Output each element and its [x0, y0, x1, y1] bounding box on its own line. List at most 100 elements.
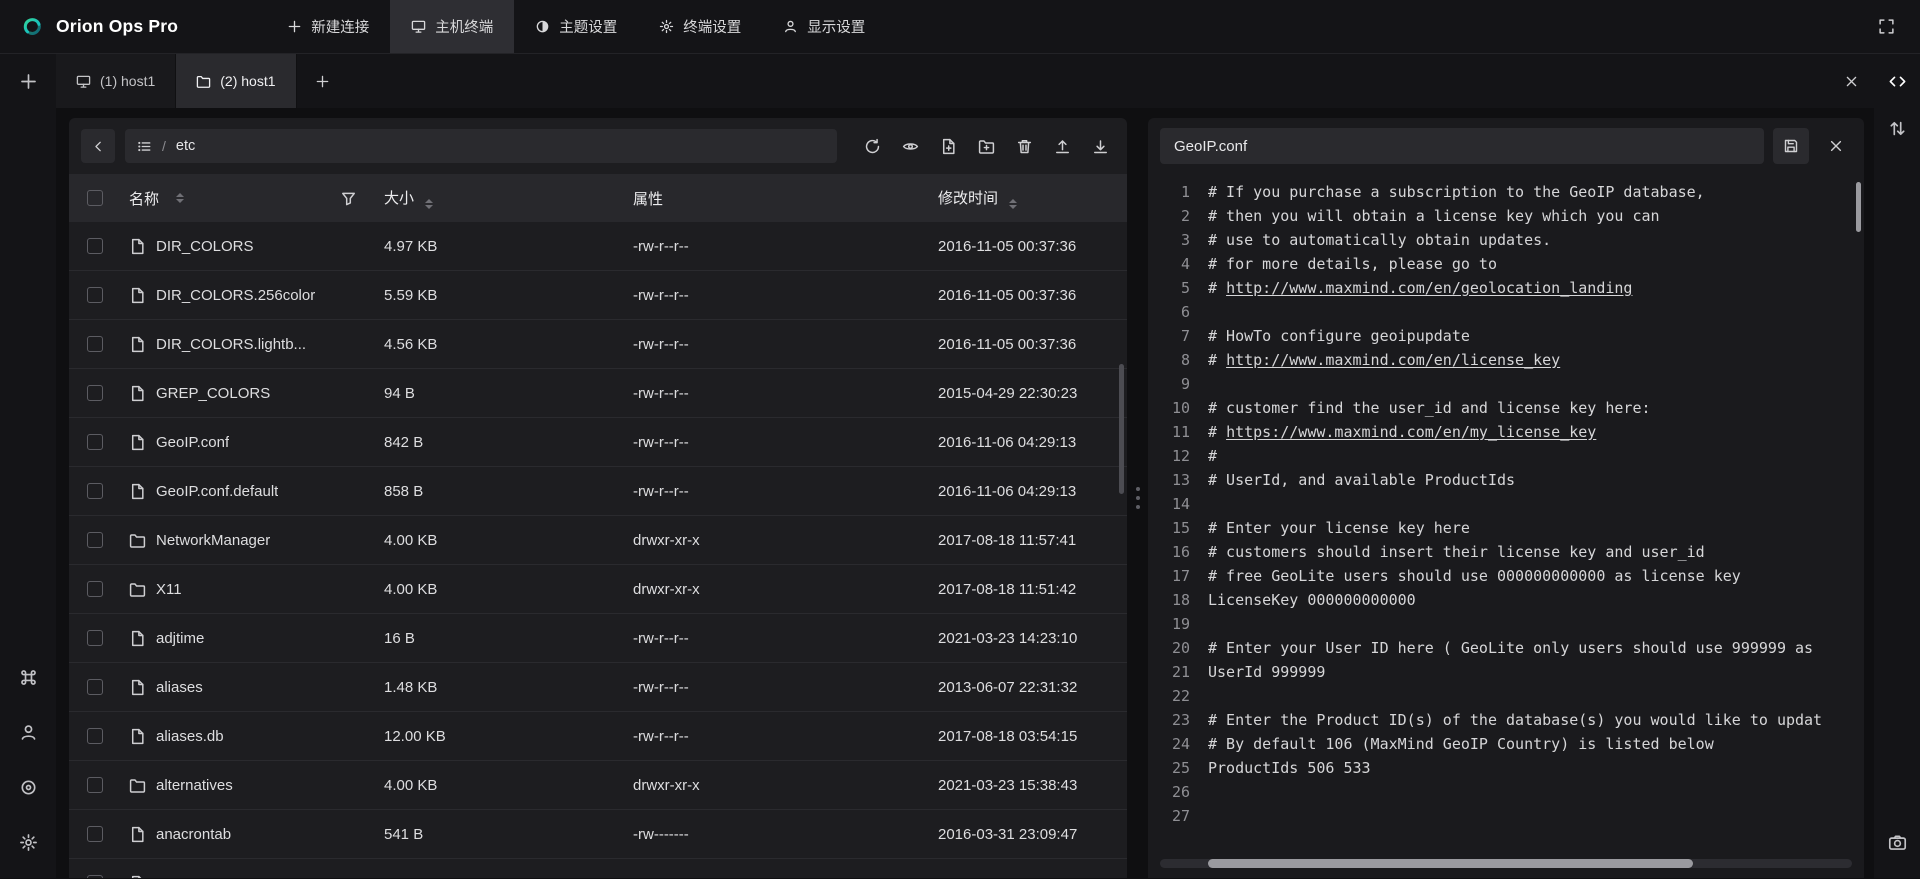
- line-number: 15: [1148, 516, 1190, 540]
- new-folder-button[interactable]: [967, 129, 1005, 163]
- file-size: 1.48 KB: [371, 679, 621, 696]
- file-row[interactable]: NetworkManager4.00 KBdrwxr-xr-x2017-08-1…: [69, 516, 1127, 565]
- screenshot-button[interactable]: [1877, 822, 1917, 862]
- breadcrumb[interactable]: / etc: [125, 129, 837, 163]
- users-button[interactable]: [8, 712, 48, 752]
- tab-host1-sftp[interactable]: (2) host1: [176, 54, 296, 108]
- line-text: # free GeoLite users should use 00000000…: [1190, 564, 1741, 588]
- file-icon: [129, 238, 146, 255]
- select-all-checkbox[interactable]: [87, 190, 103, 206]
- row-checkbox[interactable]: [87, 385, 103, 401]
- file-size: 541 B: [371, 826, 621, 843]
- line-text: [1190, 300, 1208, 324]
- file-list-scrollbar[interactable]: [1119, 364, 1124, 494]
- row-checkbox[interactable]: [87, 728, 103, 744]
- file-attrs: -rw-------: [621, 826, 926, 843]
- row-checkbox[interactable]: [87, 434, 103, 450]
- row-checkbox[interactable]: [87, 777, 103, 793]
- row-checkbox[interactable]: [87, 875, 103, 878]
- save-button[interactable]: [1773, 128, 1809, 164]
- show-hidden-button[interactable]: [891, 129, 929, 163]
- file-row[interactable]: DIR_COLORS4.97 KB-rw-r--r--2016-11-05 00…: [69, 222, 1127, 271]
- file-row[interactable]: [69, 859, 1127, 878]
- file-icon: [129, 679, 146, 696]
- file-row[interactable]: anacrontab541 B-rw-------2016-03-31 23:0…: [69, 810, 1127, 859]
- folder-plus-icon: [978, 138, 995, 155]
- url-link[interactable]: http://www.maxmind.com/en/license_key: [1226, 351, 1560, 369]
- code-line: 15# Enter your license key here: [1148, 516, 1864, 540]
- editor-horizontal-scrollbar[interactable]: [1208, 859, 1692, 868]
- file-row[interactable]: alternatives4.00 KBdrwxr-xr-x2021-03-23 …: [69, 761, 1127, 810]
- file-row[interactable]: GREP_COLORS94 B-rw-r--r--2015-04-29 22:3…: [69, 369, 1127, 418]
- file-row[interactable]: aliases1.48 KB-rw-r--r--2013-06-07 22:31…: [69, 663, 1127, 712]
- command-icon: [19, 668, 38, 687]
- refresh-button[interactable]: [853, 129, 891, 163]
- sort-size-icon[interactable]: [425, 199, 433, 210]
- tab-host1-terminal[interactable]: (1) host1: [56, 54, 176, 108]
- delete-button[interactable]: [1005, 129, 1043, 163]
- row-checkbox[interactable]: [87, 238, 103, 254]
- theme-button[interactable]: [8, 767, 48, 807]
- nav-terminal-settings[interactable]: 终端设置: [638, 0, 762, 53]
- line-text: [1190, 684, 1208, 708]
- code-view-button[interactable]: [1877, 54, 1917, 108]
- nav-display-settings[interactable]: 显示设置: [762, 0, 886, 53]
- code-line: 13# UserId, and available ProductIds: [1148, 468, 1864, 492]
- row-checkbox[interactable]: [87, 679, 103, 695]
- line-number: 19: [1148, 612, 1190, 636]
- new-connection-button[interactable]: [0, 54, 56, 108]
- url-link[interactable]: http://www.maxmind.com/en/geolocation_la…: [1226, 279, 1632, 297]
- refresh-icon: [864, 138, 881, 155]
- download-button[interactable]: [1081, 129, 1119, 163]
- file-size: 842 B: [371, 434, 621, 451]
- code-line: 23# Enter the Product ID(s) of the datab…: [1148, 708, 1864, 732]
- line-number: 27: [1148, 804, 1190, 828]
- file-row[interactable]: GeoIP.conf842 B-rw-r--r--2016-11-06 04:2…: [69, 418, 1127, 467]
- settings-button[interactable]: [8, 822, 48, 862]
- row-checkbox[interactable]: [87, 532, 103, 548]
- editor-close-button[interactable]: [1818, 128, 1854, 164]
- url-link[interactable]: https://www.maxmind.com/en/my_license_ke…: [1226, 423, 1596, 441]
- row-checkbox[interactable]: [87, 581, 103, 597]
- quick-commands-button[interactable]: [8, 657, 48, 697]
- file-mtime: 2021-03-23 15:38:43: [926, 777, 1127, 794]
- code-editor[interactable]: 1# If you purchase a subscription to the…: [1148, 174, 1864, 878]
- sort-mtime-icon[interactable]: [1009, 199, 1017, 210]
- file-row[interactable]: GeoIP.conf.default858 B-rw-r--r--2016-11…: [69, 467, 1127, 516]
- file-size: 5.59 KB: [371, 287, 621, 304]
- code-line: 12#: [1148, 444, 1864, 468]
- nav-theme-settings[interactable]: 主题设置: [514, 0, 638, 53]
- file-row[interactable]: DIR_COLORS.256color5.59 KB-rw-r--r--2016…: [69, 271, 1127, 320]
- filter-icon[interactable]: [340, 190, 357, 207]
- file-row[interactable]: X114.00 KBdrwxr-xr-x2017-08-18 11:51:42: [69, 565, 1127, 614]
- file-row[interactable]: aliases.db12.00 KB-rw-r--r--2017-08-18 0…: [69, 712, 1127, 761]
- new-file-button[interactable]: [929, 129, 967, 163]
- file-attrs: drwxr-xr-x: [621, 777, 926, 794]
- upload-button[interactable]: [1043, 129, 1081, 163]
- new-tab-button[interactable]: [301, 54, 345, 108]
- file-size: 4.00 KB: [371, 777, 621, 794]
- file-size: 4.56 KB: [371, 336, 621, 353]
- sort-name-icon[interactable]: [176, 193, 184, 204]
- swap-panels-button[interactable]: [1877, 108, 1917, 148]
- nav-new-connection[interactable]: 新建连接: [266, 0, 390, 53]
- file-row[interactable]: DIR_COLORS.lightb...4.56 KB-rw-r--r--201…: [69, 320, 1127, 369]
- line-number: 10: [1148, 396, 1190, 420]
- close-all-tabs-button[interactable]: [1828, 54, 1874, 108]
- row-checkbox[interactable]: [87, 826, 103, 842]
- editor-vertical-scrollbar[interactable]: [1856, 182, 1861, 232]
- fullscreen-button[interactable]: [1866, 7, 1906, 47]
- code-line: 1# If you purchase a subscription to the…: [1148, 180, 1864, 204]
- line-text: [1190, 804, 1208, 828]
- row-checkbox[interactable]: [87, 336, 103, 352]
- back-button[interactable]: [81, 129, 115, 163]
- row-checkbox[interactable]: [87, 483, 103, 499]
- code-line: 25ProductIds 506 533: [1148, 756, 1864, 780]
- nav-host-terminal[interactable]: 主机终端: [390, 0, 514, 53]
- row-checkbox[interactable]: [87, 287, 103, 303]
- file-row[interactable]: adjtime16 B-rw-r--r--2021-03-23 14:23:10: [69, 614, 1127, 663]
- code-icon: [1888, 72, 1907, 91]
- panel-resize-handle[interactable]: [1127, 118, 1148, 878]
- path-segment[interactable]: etc: [176, 138, 195, 154]
- row-checkbox[interactable]: [87, 630, 103, 646]
